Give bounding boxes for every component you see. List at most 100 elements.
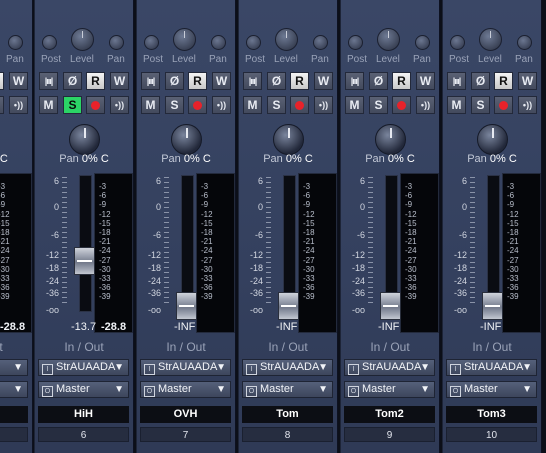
output-routing-select[interactable]: OMaster▼ xyxy=(446,381,537,398)
in-out-label: In / Out xyxy=(268,340,308,354)
monitor-button[interactable]: •)) xyxy=(518,96,537,114)
write-automation-button[interactable]: W xyxy=(314,72,333,90)
pan-send-knob[interactable] xyxy=(109,35,124,50)
mute-button[interactable]: M xyxy=(447,96,466,114)
post-send-knob[interactable] xyxy=(144,35,159,50)
solo-button[interactable]: S xyxy=(471,96,490,114)
level-send-knob[interactable] xyxy=(479,28,502,51)
read-automation-button[interactable]: R xyxy=(0,72,4,90)
post-send-knob[interactable] xyxy=(450,35,465,50)
post-send-knob[interactable] xyxy=(42,35,57,50)
level-send-knob[interactable] xyxy=(173,28,196,51)
channel-name[interactable]: OVH xyxy=(140,406,231,423)
read-automation-button[interactable]: R xyxy=(86,72,105,90)
meter-scale-label: -27 xyxy=(99,255,111,265)
meter-scale-label: -9 xyxy=(507,200,515,210)
mute-button[interactable]: M xyxy=(243,96,262,114)
solo-button[interactable]: S xyxy=(63,96,82,114)
pan-send-knob[interactable] xyxy=(211,35,226,50)
pan-knob[interactable] xyxy=(273,124,304,155)
fader-handle[interactable] xyxy=(176,292,197,320)
output-routing-select[interactable]: OMaster▼ xyxy=(140,381,231,398)
input-monitor-button[interactable]: |ııı| xyxy=(243,72,262,90)
monitor-button[interactable]: •)) xyxy=(9,96,28,114)
output-routing-select[interactable]: OMaster▼ xyxy=(344,381,435,398)
record-arm-button[interactable] xyxy=(290,96,309,114)
solo-button[interactable]: S xyxy=(165,96,184,114)
post-send-knob[interactable] xyxy=(246,35,261,50)
input-monitor-button[interactable]: |ııı| xyxy=(141,72,160,90)
phase-invert-button[interactable]: Ø xyxy=(471,72,490,90)
write-automation-button[interactable]: W xyxy=(212,72,231,90)
output-routing-select[interactable]: OMaster▼ xyxy=(0,381,28,398)
monitor-button[interactable]: •)) xyxy=(212,96,231,114)
mute-button[interactable]: M xyxy=(345,96,364,114)
meter-scale-label: -15 xyxy=(99,218,111,228)
write-automation-button[interactable]: W xyxy=(110,72,129,90)
post-send-knob[interactable] xyxy=(348,35,363,50)
solo-button[interactable]: S xyxy=(267,96,286,114)
channel-name[interactable]: Tom2 xyxy=(344,406,435,423)
monitor-button[interactable]: •)) xyxy=(314,96,333,114)
input-routing-select[interactable]: I StrAUAADA ▼ xyxy=(242,359,333,376)
monitor-button[interactable]: •)) xyxy=(416,96,435,114)
level-send-knob[interactable] xyxy=(377,28,400,51)
meter-scale-label: -39 xyxy=(99,292,111,302)
phase-invert-button[interactable]: Ø xyxy=(267,72,286,90)
pan-send-knob[interactable] xyxy=(415,35,430,50)
write-automation-button[interactable]: W xyxy=(518,72,537,90)
output-routing-select[interactable]: OMaster▼ xyxy=(38,381,129,398)
read-automation-button[interactable]: R xyxy=(188,72,207,90)
channel-name[interactable]: Tom3 xyxy=(446,406,537,423)
fader-handle[interactable] xyxy=(380,292,401,320)
pan-send-knob[interactable] xyxy=(8,35,23,50)
in-out-label: In / Out xyxy=(166,340,206,354)
level-send-knob[interactable] xyxy=(275,28,298,51)
pan-knob[interactable] xyxy=(171,124,202,155)
record-arm-button[interactable] xyxy=(0,96,4,114)
record-arm-button[interactable] xyxy=(86,96,105,114)
input-routing-select[interactable]: I StrAUAADA ▼ xyxy=(38,359,129,376)
pan-knob[interactable] xyxy=(69,124,100,155)
fader-handle[interactable] xyxy=(278,292,299,320)
fader-tick-ruler xyxy=(266,177,271,307)
pan-knob[interactable] xyxy=(477,124,508,155)
input-icon: I xyxy=(450,364,461,375)
solo-button[interactable]: S xyxy=(369,96,388,114)
channel-name[interactable]: Tom xyxy=(242,406,333,423)
input-routing-select[interactable]: I StrAUAADA ▼ xyxy=(140,359,231,376)
record-arm-button[interactable] xyxy=(188,96,207,114)
fader-handle[interactable] xyxy=(482,292,503,320)
meter-scale-label: -3 xyxy=(201,182,209,191)
input-routing-select[interactable]: I StrAUAADA ▼ xyxy=(446,359,537,376)
input-monitor-button[interactable]: |ııı| xyxy=(345,72,364,90)
read-automation-button[interactable]: R xyxy=(290,72,309,90)
pan-value: 0% C xyxy=(0,153,8,165)
meter-scale-label: -21 xyxy=(507,237,519,247)
phase-invert-button[interactable]: Ø xyxy=(63,72,82,90)
read-automation-button[interactable]: R xyxy=(494,72,513,90)
fader-handle[interactable] xyxy=(74,247,95,275)
pan-send-knob[interactable] xyxy=(517,35,532,50)
monitor-button[interactable]: •)) xyxy=(110,96,129,114)
mute-button[interactable]: M xyxy=(141,96,160,114)
input-monitor-button[interactable]: |ııı| xyxy=(447,72,466,90)
input-routing-select[interactable]: I▼ xyxy=(0,359,28,376)
write-automation-button[interactable]: W xyxy=(416,72,435,90)
record-arm-button[interactable] xyxy=(392,96,411,114)
phase-invert-button[interactable]: Ø xyxy=(369,72,388,90)
level-send-knob[interactable] xyxy=(71,28,94,51)
read-automation-button[interactable]: R xyxy=(392,72,411,90)
channel-name[interactable]: HiH xyxy=(38,406,129,423)
pan-knob[interactable] xyxy=(375,124,406,155)
input-routing-select[interactable]: I StrAUAADA ▼ xyxy=(344,359,435,376)
channel-name[interactable] xyxy=(0,406,28,423)
phase-invert-button[interactable]: Ø xyxy=(165,72,184,90)
record-arm-button[interactable] xyxy=(494,96,513,114)
mute-button[interactable]: M xyxy=(39,96,58,114)
input-monitor-button[interactable]: |ııı| xyxy=(39,72,58,90)
write-automation-button[interactable]: W xyxy=(9,72,28,90)
meter-scale-label: -15 xyxy=(201,218,213,228)
output-routing-select[interactable]: OMaster▼ xyxy=(242,381,333,398)
pan-send-knob[interactable] xyxy=(313,35,328,50)
